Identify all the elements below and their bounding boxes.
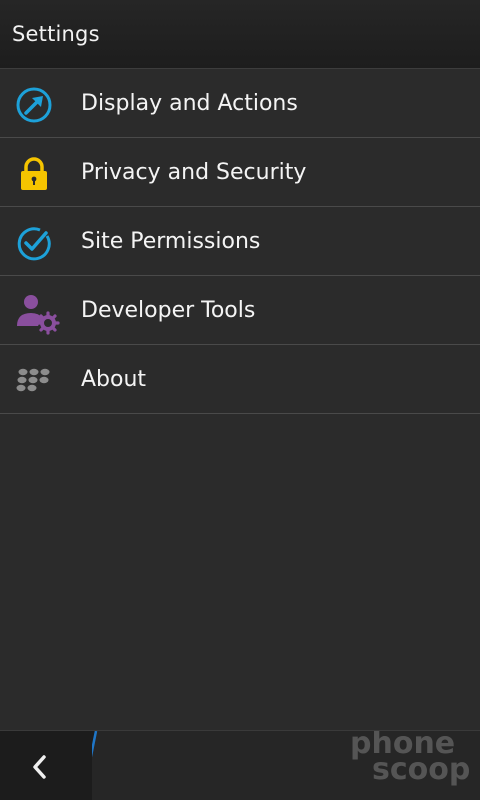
list-item-display-and-actions[interactable]: Display and Actions [0,69,480,138]
list-item-privacy-and-security[interactable]: Privacy and Security [0,138,480,207]
checkmark-circle-icon [14,223,54,263]
developer-gear-icon [14,292,60,335]
display-actions-icon [14,85,54,125]
page-title: Settings [12,22,100,46]
lock-icon [14,154,54,194]
back-button[interactable] [0,731,92,800]
watermark-logo: phone scoop [324,731,474,794]
list-item-about[interactable]: About [0,345,480,414]
list-item-site-permissions[interactable]: Site Permissions [0,207,480,276]
list-item-developer-tools[interactable]: Developer Tools [0,276,480,345]
title-bar: Settings [0,0,480,69]
list-item-label: Site Permissions [81,229,261,254]
settings-list: Display and Actions Privacy and Security [0,69,480,414]
watermark-word-2: scoop [372,752,471,787]
list-item-label: Display and Actions [81,91,298,116]
list-item-label: Privacy and Security [81,160,307,185]
list-item-label: About [81,367,147,392]
settings-screen: Settings Display and Actions Privacy and… [0,0,480,800]
list-item-label: Developer Tools [81,298,256,323]
action-bar: phone scoop [0,730,480,800]
chevron-left-icon [30,754,50,780]
blackberry-logo-icon [14,361,54,401]
